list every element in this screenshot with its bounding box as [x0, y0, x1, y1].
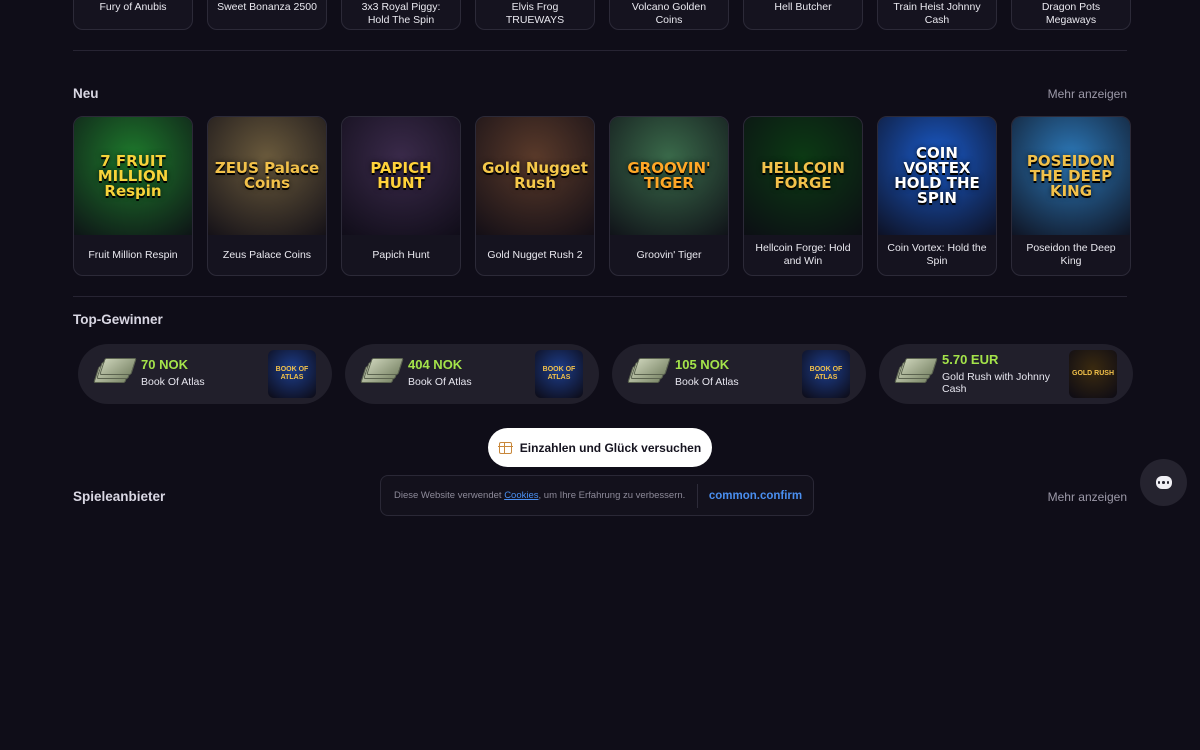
- game-card[interactable]: Elvis Frog TRUEWAYS: [475, 0, 595, 30]
- winner-game-name: Book Of Atlas: [675, 376, 739, 388]
- game-thumbnail: 7 FRUIT MILLION Respin: [74, 117, 192, 235]
- game-card[interactable]: Fury of Anubis: [73, 0, 193, 30]
- game-card-title: Gold Nugget Rush 2: [487, 248, 583, 261]
- game-thumbnail: POSEIDON THE DEEP KING: [1012, 117, 1130, 235]
- winner-amount: 404 NOK: [408, 357, 463, 372]
- game-card-title: Hell Butcher: [774, 1, 832, 13]
- game-art-text: Gold Nugget Rush: [482, 159, 588, 192]
- gift-icon: [497, 441, 513, 454]
- new-games-row: 7 FRUIT MILLION Respin Fruit Million Resp…: [73, 116, 1131, 276]
- winner-game-art-text: BOOK OF ATLAS: [809, 366, 843, 381]
- chat-bubble-icon: [1155, 476, 1172, 489]
- cash-icon: [627, 358, 671, 388]
- top-game-row: Fury of Anubis Sweet Bonanza 2500 3x3 Roya…: [73, 0, 1131, 30]
- winner-card[interactable]: 105 NOK Book Of Atlas BOOK OF ATLAS: [612, 344, 866, 404]
- game-card[interactable]: POSEIDON THE DEEP KING Poseidon the Deep …: [1011, 116, 1131, 276]
- winner-card[interactable]: 70 NOK Book Of Atlas BOOK OF ATLAS: [78, 344, 332, 404]
- game-card[interactable]: GROOVIN' TIGER Groovin' Tiger: [609, 116, 729, 276]
- game-thumbnail: PAPICH HUNT: [342, 117, 460, 235]
- section-title-new: Neu: [73, 86, 99, 101]
- show-more-providers-link[interactable]: Mehr anzeigen: [1048, 490, 1127, 504]
- section-title-providers: Spieleanbieter: [73, 489, 166, 504]
- game-card-title: Volcano Golden Coins: [631, 1, 707, 26]
- winner-amount: 5.70 EUR: [942, 352, 999, 367]
- game-card-title: Elvis Frog TRUEWAYS: [505, 1, 565, 26]
- game-thumbnail: Gold Nugget Rush: [476, 117, 594, 235]
- section-title-top-winners: Top-Gewinner: [73, 312, 163, 327]
- game-card[interactable]: PAPICH HUNT Papich Hunt: [341, 116, 461, 276]
- game-card[interactable]: Train Heist Johnny Cash: [877, 0, 997, 30]
- game-card[interactable]: HELLCOIN FORGE Hellcoin Forge: Hold and W…: [743, 116, 863, 276]
- winner-card[interactable]: 5.70 EUR Gold Rush with Johnny Cash GOLD R…: [879, 344, 1133, 404]
- winner-amount: 105 NOK: [675, 357, 730, 372]
- game-card-title: Fruit Million Respin: [88, 248, 178, 261]
- game-card-title: Groovin' Tiger: [636, 248, 702, 261]
- chat-button[interactable]: [1140, 459, 1187, 506]
- winner-game-thumbnail: BOOK OF ATLAS: [802, 350, 850, 398]
- game-card-title: Papich Hunt: [372, 248, 430, 261]
- game-card[interactable]: Volcano Golden Coins: [609, 0, 729, 30]
- game-card[interactable]: Hell Butcher: [743, 0, 863, 30]
- game-card-title: Zeus Palace Coins: [222, 248, 312, 261]
- game-art-text: COIN VORTEX HOLD THE SPIN: [894, 144, 980, 207]
- game-thumbnail: HELLCOIN FORGE: [744, 117, 862, 235]
- game-art-text: PAPICH HUNT: [370, 159, 432, 192]
- cookie-text-before: Diese Website verwendet: [394, 490, 505, 501]
- game-art-text: GROOVIN' TIGER: [627, 159, 711, 192]
- winners-row: 70 NOK Book Of Atlas BOOK OF ATLAS 404 NOK B…: [78, 344, 1133, 404]
- game-card[interactable]: 3x3 Royal Piggy: Hold The Spin: [341, 0, 461, 30]
- game-card[interactable]: Sweet Bonanza 2500: [207, 0, 327, 30]
- game-art-text: POSEIDON THE DEEP KING: [1026, 151, 1116, 200]
- cookie-confirm-button[interactable]: common.confirm: [698, 490, 813, 502]
- deposit-cta-button[interactable]: Einzahlen und Glück versuchen: [488, 428, 712, 467]
- game-card-title: Sweet Bonanza 2500: [217, 1, 317, 13]
- cookie-text: Diese Website verwendet Cookies, um Ihre…: [381, 489, 697, 502]
- cookie-banner: Diese Website verwendet Cookies, um Ihre…: [380, 475, 814, 516]
- game-card-title: Coin Vortex: Hold the Spin: [887, 242, 987, 267]
- winner-amount: 70 NOK: [141, 357, 188, 372]
- game-art-text: 7 FRUIT MILLION Respin: [97, 151, 169, 200]
- game-thumbnail: COIN VORTEX HOLD THE SPIN: [878, 117, 996, 235]
- winner-game-name: Book Of Atlas: [408, 376, 472, 388]
- game-card[interactable]: COIN VORTEX HOLD THE SPIN Coin Vortex: Ho…: [877, 116, 997, 276]
- game-thumbnail: ZEUS Palace Coins: [208, 117, 326, 235]
- deposit-cta-label: Einzahlen und Glück versuchen: [519, 440, 702, 455]
- game-card[interactable]: Dragon Pots Megaways: [1011, 0, 1131, 30]
- game-card-title: Dragon Pots Megaways: [1041, 1, 1101, 26]
- game-card-title: Fury of Anubis: [99, 1, 167, 13]
- divider: [73, 50, 1127, 51]
- game-card-title: Hellcoin Forge: Hold and Win: [755, 242, 851, 267]
- game-card[interactable]: ZEUS Palace Coins Zeus Palace Coins: [207, 116, 327, 276]
- game-card[interactable]: Gold Nugget Rush Gold Nugget Rush 2: [475, 116, 595, 276]
- winner-card[interactable]: 404 NOK Book Of Atlas BOOK OF ATLAS: [345, 344, 599, 404]
- game-card-title: Train Heist Johnny Cash: [893, 1, 981, 26]
- winner-game-thumbnail: BOOK OF ATLAS: [535, 350, 583, 398]
- game-card-title: 3x3 Royal Piggy: Hold The Spin: [361, 1, 441, 26]
- game-card-title: Poseidon the Deep King: [1026, 242, 1116, 267]
- game-art-text: HELLCOIN FORGE: [761, 159, 845, 192]
- cash-icon: [894, 358, 938, 388]
- winner-game-thumbnail: GOLD RUSH: [1069, 350, 1117, 398]
- cookies-link[interactable]: Cookies: [504, 490, 538, 501]
- cash-icon: [360, 358, 404, 388]
- winner-game-name: Gold Rush with Johnny Cash: [942, 371, 1050, 395]
- cookie-text-after: , um Ihre Erfahrung zu verbessern.: [538, 490, 686, 501]
- divider: [73, 296, 1127, 297]
- winner-game-art-text: BOOK OF ATLAS: [275, 366, 309, 381]
- winner-game-name: Book Of Atlas: [141, 376, 205, 388]
- game-art-text: ZEUS Palace Coins: [214, 159, 320, 192]
- game-card[interactable]: 7 FRUIT MILLION Respin Fruit Million Resp…: [73, 116, 193, 276]
- winner-game-thumbnail: BOOK OF ATLAS: [268, 350, 316, 398]
- winner-game-art-text: GOLD RUSH: [1072, 370, 1114, 377]
- show-more-new-link[interactable]: Mehr anzeigen: [1048, 87, 1127, 101]
- winner-game-art-text: BOOK OF ATLAS: [542, 366, 576, 381]
- game-thumbnail: GROOVIN' TIGER: [610, 117, 728, 235]
- cash-icon: [93, 358, 137, 388]
